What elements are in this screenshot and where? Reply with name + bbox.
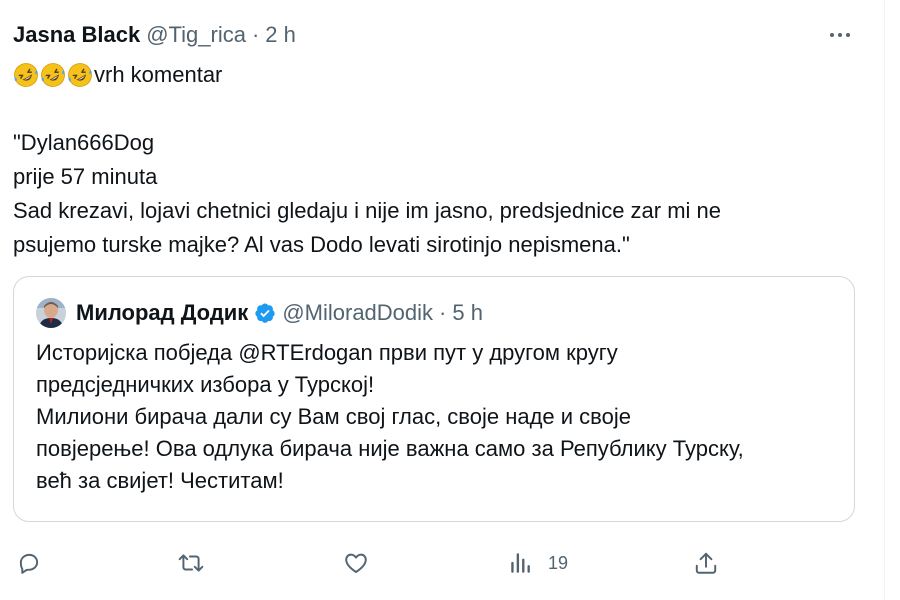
quoted-tweet-line: већ за свијет! Честитам! [36,468,284,493]
tweet-header: Jasna Black @Tig_rica · 2 h [13,20,296,50]
more-dot-icon [830,33,834,37]
reply-icon [16,550,42,576]
quoted-tweet-card[interactable]: Милорад Додик @MiloradDodik · 5 h Истори… [13,276,855,522]
tweet-time[interactable]: 2 h [265,22,296,48]
header-separator: · [251,22,260,47]
like-button[interactable] [342,548,370,578]
rofl-emoji-icon [14,63,38,87]
author-name[interactable]: Jasna Black [13,22,140,48]
quoted-line: "Dylan666Dog [13,130,155,155]
quoted-line: Sad krezavi, lojavi chetnici gledaju i n… [13,198,722,223]
quoted-tweet-header: Милорад Додик @MiloradDodik · 5 h [36,297,483,329]
author-handle[interactable]: @Tig_rica [146,22,246,48]
quoted-line: psujemo turske majke? Al vas Dodo levati… [13,232,630,257]
retweet-icon [176,550,206,576]
more-options-button[interactable] [822,22,858,48]
quoted-tweet-text: Историјска побједа @RTErdogan први пут у… [36,337,846,497]
share-icon [693,550,719,576]
like-icon [342,550,370,576]
quoted-tweet-line: предсједничких избора у Турској! [36,372,375,397]
more-dot-icon [838,33,842,37]
quoted-tweet-time[interactable]: 5 h [452,300,483,326]
avatar[interactable] [36,298,66,328]
retweet-button[interactable] [176,548,206,578]
quoted-author-handle[interactable]: @MiloradDodik [282,300,433,326]
quoted-tweet-line: Милиони бирача дали су Вам свој глас, св… [36,404,631,429]
tweet-first-line-text: vrh komentar [94,62,223,87]
quoted-tweet-line: повјерење! Ова одлука бирача није важна … [36,436,744,461]
views-button[interactable]: 19 [508,548,568,578]
rofl-emoji-icon [68,63,92,87]
timeline-divider [884,0,885,600]
verified-badge-icon [254,302,276,324]
quoted-author-name[interactable]: Милорад Додик [76,300,248,326]
emoji-group [13,62,94,88]
tweet-first-line: vrh komentar [13,58,863,92]
rofl-emoji-icon [41,63,65,87]
views-count: 19 [548,552,569,573]
tweet-action-bar: 19 [0,542,884,582]
reply-button[interactable] [16,548,42,578]
share-button[interactable] [693,548,719,578]
tweet-text: vrh komentar "Dylan666Dog prije 57 minut… [13,58,863,262]
more-dot-icon [846,33,850,37]
quoted-line: prije 57 minuta [13,164,158,189]
tweet[interactable]: Jasna Black @Tig_rica · 2 h vrh komentar… [0,0,884,600]
quoted-tweet-line: Историјска побједа @RTErdogan први пут у… [36,340,618,365]
quoted-header-separator: · [439,300,447,325]
views-icon [508,550,534,576]
